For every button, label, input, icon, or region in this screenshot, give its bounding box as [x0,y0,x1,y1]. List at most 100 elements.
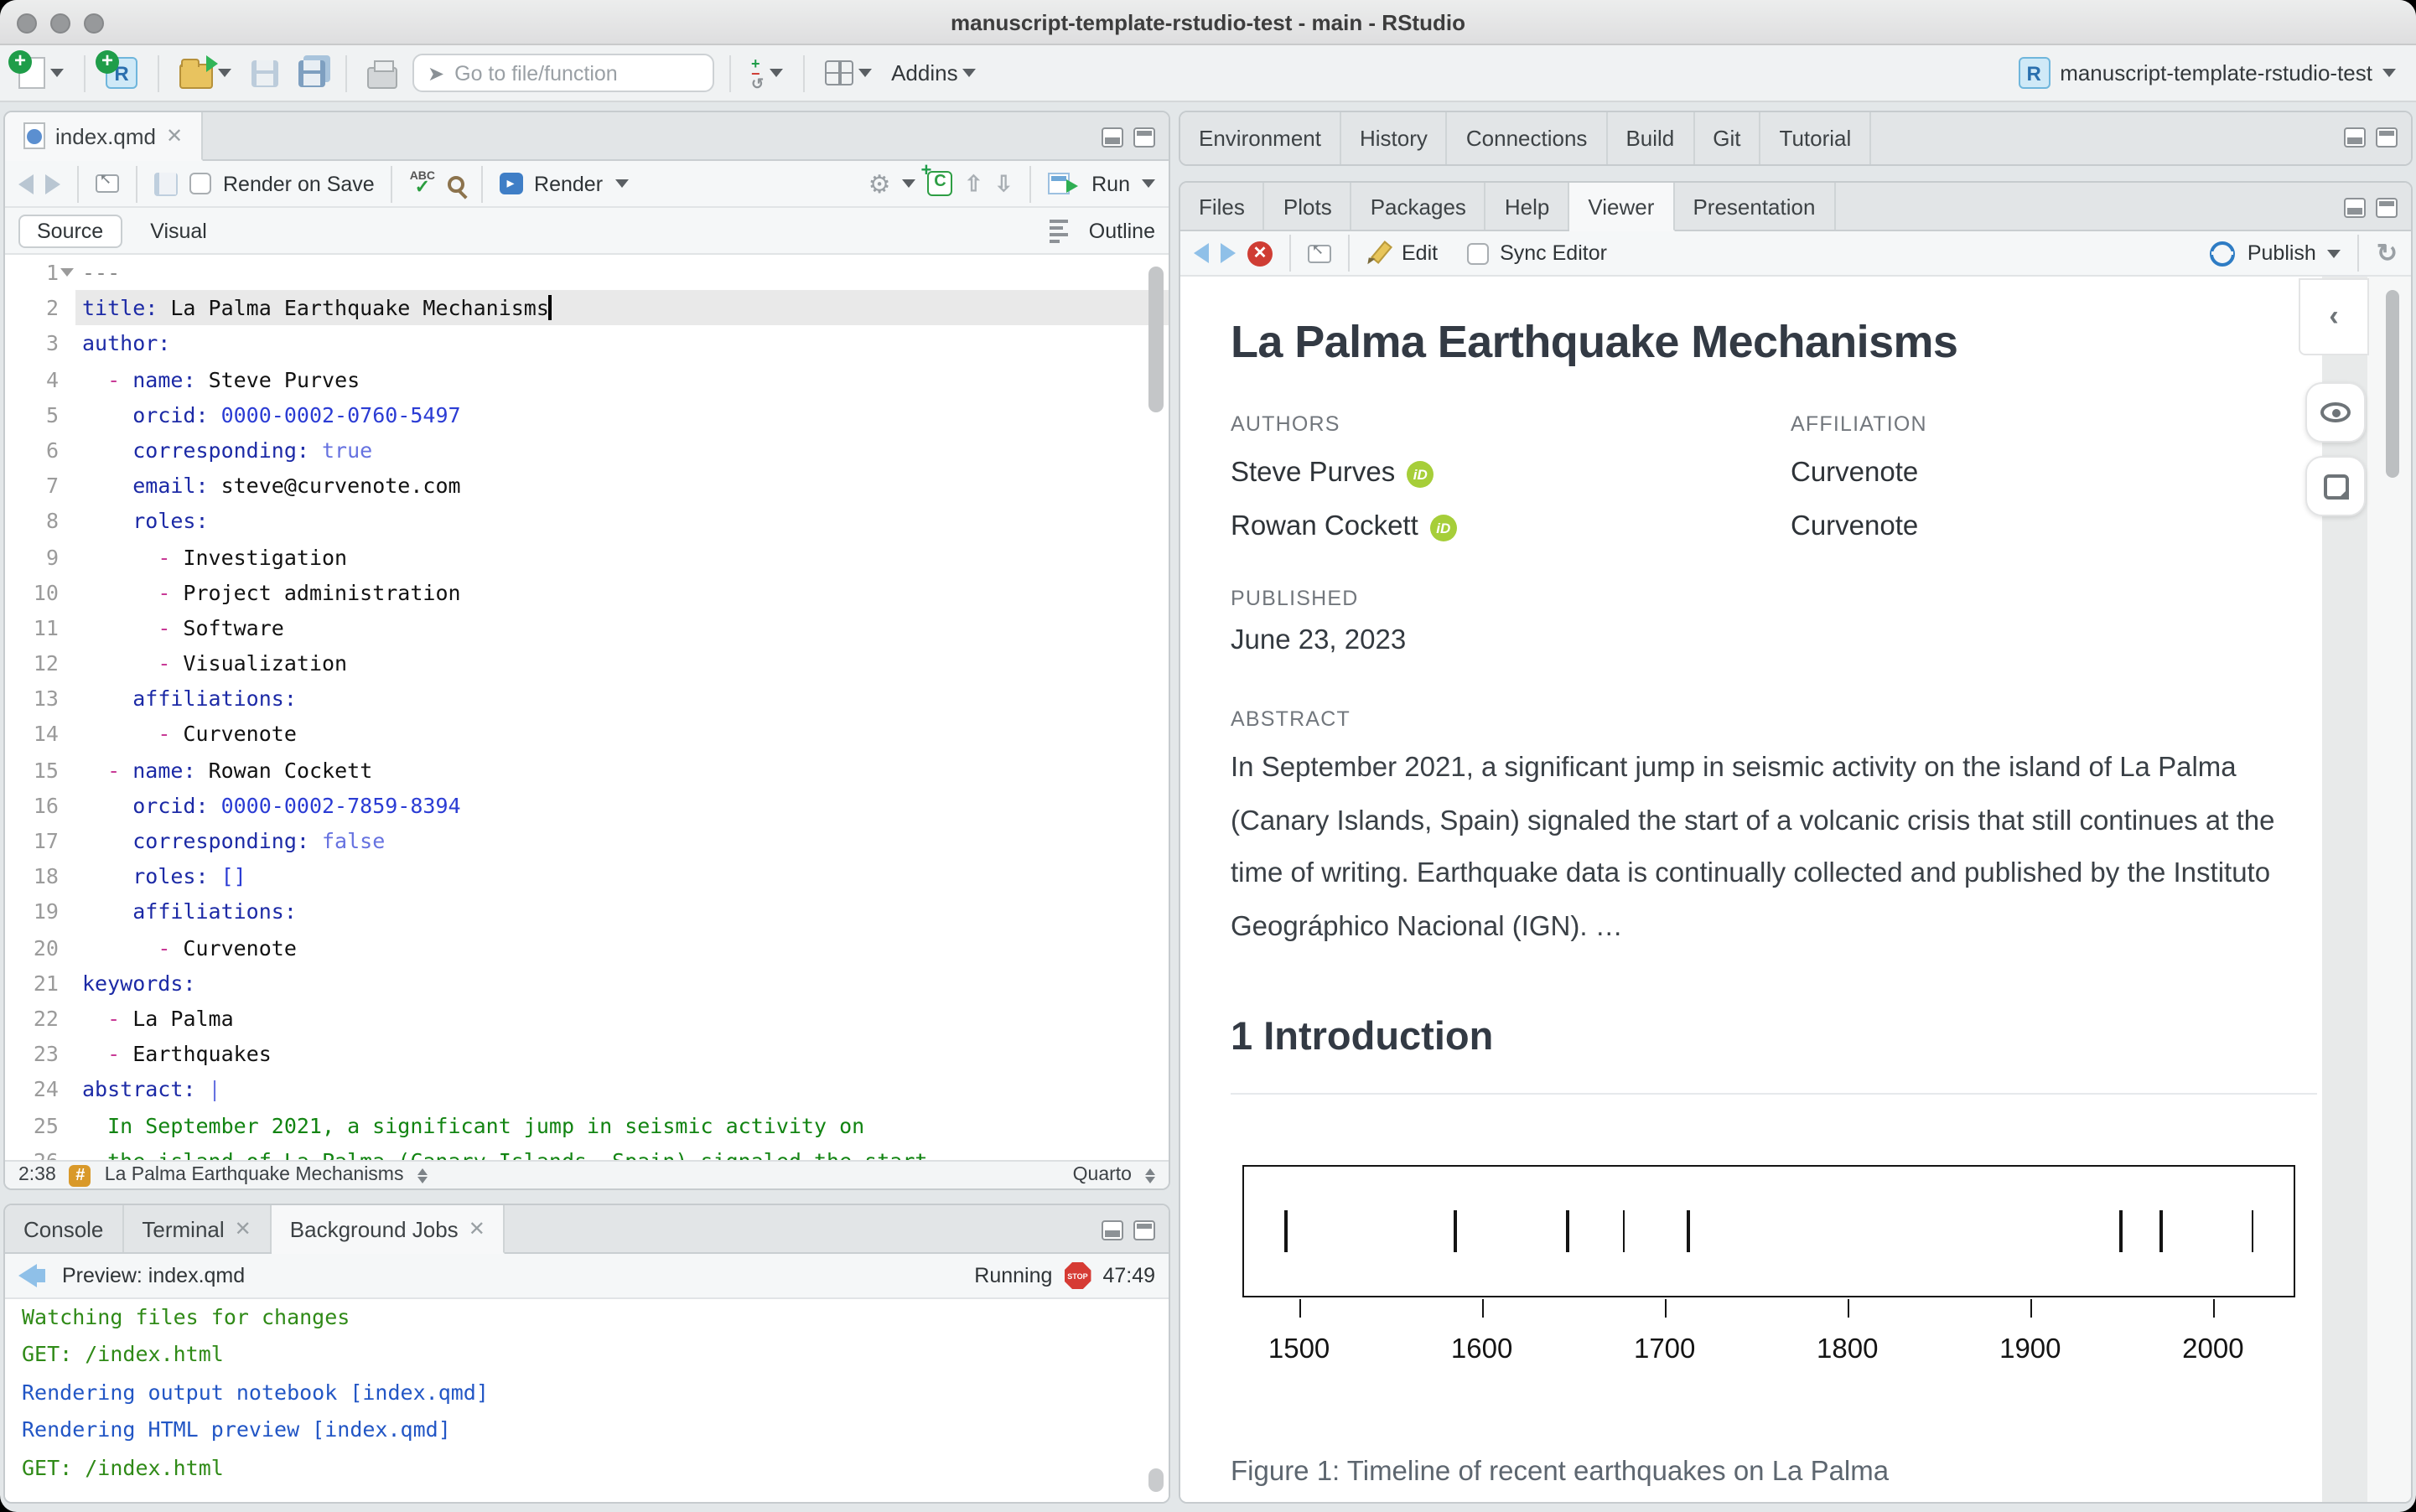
code-line[interactable]: 20 - Curvenote [5,929,1169,965]
doc-type[interactable]: Quarto [1073,1165,1132,1185]
code-line[interactable]: 7 email: steve@curvenote.com [5,468,1169,503]
save-button[interactable] [246,56,283,90]
tab-presentation[interactable]: Presentation [1674,183,1835,230]
render-on-save-checkbox[interactable] [189,173,211,194]
minimize-pane-icon[interactable] [1102,1219,1123,1240]
workspace-panes-button[interactable] [819,57,876,89]
gear-icon[interactable]: ⚙ [868,168,891,199]
code-line[interactable]: 23 - Earthquakes [5,1036,1169,1071]
console-output[interactable]: Watching files for changesGET: /index.ht… [5,1299,1169,1502]
visual-mode-button[interactable]: Visual [133,214,224,247]
code-line[interactable]: 24abstract: | [5,1072,1169,1107]
code-line[interactable]: 13 affiliations: [5,681,1169,717]
code-line[interactable]: 17 corresponding: false [5,823,1169,858]
code-line[interactable]: 25 In September 2021, a significant jump… [5,1107,1169,1142]
code-line[interactable]: 22 - La Palma [5,1001,1169,1036]
render-button[interactable]: Render [534,172,603,195]
clear-viewer-icon[interactable]: ✕ [1247,241,1273,266]
minimize-pane-icon[interactable] [2344,127,2366,147]
print-button[interactable] [362,54,402,91]
code-line[interactable]: 4 - name: Steve Purves [5,361,1169,396]
zoom-window-icon[interactable] [84,13,104,33]
code-line[interactable]: 6 corresponding: true [5,432,1169,468]
tab-environment[interactable]: Environment [1180,112,1341,164]
source-mode-button[interactable]: Source [18,214,122,247]
orcid-icon[interactable]: iD [1407,460,1434,487]
go-previous-section-icon[interactable]: ⇧ [965,170,983,197]
refresh-icon[interactable]: ↻ [2377,238,2398,268]
tab-history[interactable]: History [1341,112,1448,164]
code-line[interactable]: 15 - name: Rowan Cockett [5,752,1169,787]
edit-button[interactable]: Edit [1402,241,1438,265]
tab-plots[interactable]: Plots [1265,183,1352,230]
viewer-forward-icon[interactable] [1221,243,1236,263]
code-line[interactable]: 2title: La Palma Earthquake Mechanisms [5,290,1169,325]
viewer-scrollbar[interactable] [2386,290,2399,478]
tab-viewer[interactable]: Viewer [1569,183,1674,231]
close-icon[interactable]: ✕ [235,1217,251,1240]
code-line[interactable]: 19 affiliations: [5,894,1169,929]
publish-button[interactable]: Publish [2248,241,2316,265]
tab-git[interactable]: Git [1694,112,1760,164]
spellcheck-icon[interactable]: ABC✓ [410,172,435,195]
minimize-window-icon[interactable] [50,13,70,33]
maximize-pane-icon[interactable] [1133,127,1155,147]
tab-terminal[interactable]: Terminal✕ [123,1205,271,1252]
tab-index-qmd[interactable]: index.qmd ✕ [5,112,203,161]
maximize-pane-icon[interactable] [2376,197,2398,217]
code-line[interactable]: 16 orcid: 0000-0002-7859-8394 [5,788,1169,823]
run-button[interactable]: Run [1091,172,1130,195]
fold-arrow-icon[interactable] [60,268,74,277]
open-in-new-window-icon[interactable] [96,174,119,193]
chevron-down-icon[interactable] [614,179,628,188]
save-document-icon[interactable] [154,172,178,195]
back-icon[interactable] [18,173,34,194]
tab-connections[interactable]: Connections [1448,112,1608,164]
tab-console[interactable]: Console [5,1205,123,1252]
tab-tutorial[interactable]: Tutorial [1761,112,1872,164]
code-line[interactable]: 26 the island of La Palma (Canary Island… [5,1142,1169,1160]
maximize-pane-icon[interactable] [2376,127,2398,147]
code-line[interactable]: 9 - Investigation [5,539,1169,574]
save-all-button[interactable] [293,56,330,90]
orcid-icon[interactable]: iD [1430,514,1457,541]
code-line[interactable]: 8 roles: [5,504,1169,539]
console-scrollbar[interactable] [1148,1468,1164,1492]
insert-chunk-icon[interactable]: C [928,171,953,196]
tab-packages[interactable]: Packages [1352,183,1486,230]
viewer-back-icon[interactable] [1194,243,1209,263]
editor-scrollbar[interactable] [1148,267,1164,412]
addins-button[interactable]: Addins [886,57,982,89]
minimize-pane-icon[interactable] [1102,127,1123,147]
code-line[interactable]: 10 - Project administration [5,574,1169,609]
job-back-icon[interactable] [18,1264,37,1287]
chevron-down-icon[interactable] [1142,179,1155,188]
project-selector[interactable]: R manuscript-template-rstudio-test [2013,54,2403,92]
close-window-icon[interactable] [17,13,37,33]
forward-icon[interactable] [45,173,60,194]
code-line[interactable]: 18 roles: [] [5,858,1169,893]
tab-help[interactable]: Help [1486,183,1570,230]
version-control-button[interactable]: +−↺ [746,54,787,91]
symbol-picker-icon[interactable] [417,1168,427,1183]
symbol-name[interactable]: La Palma Earthquake Mechanisms [105,1165,404,1185]
code-line[interactable]: 21keywords: [5,966,1169,1001]
open-file-button[interactable] [174,54,236,92]
doctype-picker-icon[interactable] [1145,1168,1155,1183]
tab-build[interactable]: Build [1607,112,1694,164]
goto-file-search[interactable]: ➤ Go to file/function [412,54,714,92]
code-line[interactable]: 11 - Software [5,610,1169,645]
search-icon[interactable] [447,175,464,192]
sync-editor-checkbox[interactable] [1466,242,1488,264]
tab-files[interactable]: Files [1180,183,1265,230]
close-icon[interactable]: ✕ [469,1217,485,1240]
minimize-pane-icon[interactable] [2344,197,2366,217]
code-line[interactable]: 5 orcid: 0000-0002-0760-5497 [5,397,1169,432]
code-line[interactable]: 3author: [5,326,1169,361]
chevron-down-icon[interactable] [2328,249,2341,257]
chevron-down-icon[interactable] [903,179,916,188]
code-line[interactable]: 1--- [5,255,1169,290]
code-editor[interactable]: 1---2title: La Palma Earthquake Mechanis… [5,255,1169,1160]
code-line[interactable]: 12 - Visualization [5,645,1169,681]
open-in-browser-icon[interactable] [1308,244,1331,262]
